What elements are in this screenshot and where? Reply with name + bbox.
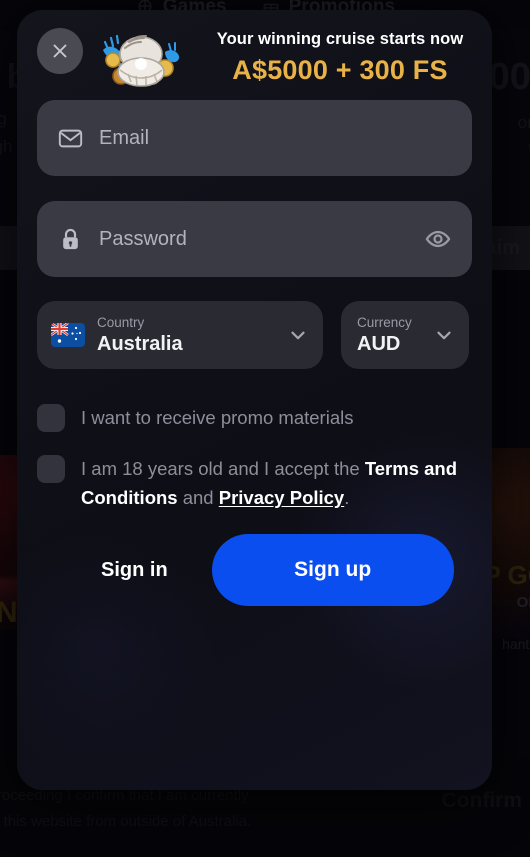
signup-modal: Your winning cruise starts now A$5000 + …	[17, 10, 492, 790]
modal-bonus-amount: A$5000 + 300 FS	[232, 55, 448, 85]
promo-consent-label: I want to receive promo materials	[81, 407, 354, 428]
modal-headline: Your winning cruise starts now	[216, 30, 464, 48]
eye-icon[interactable]	[422, 223, 454, 255]
terms-checkbox[interactable]	[37, 455, 65, 483]
modal-actions: Sign in Sign up	[37, 534, 472, 606]
terms-prefix: I am 18 years old and I accept the	[81, 458, 365, 479]
password-field[interactable]	[37, 201, 472, 277]
password-input[interactable]	[99, 227, 422, 251]
chevron-down-icon	[433, 324, 455, 346]
promo-checkbox[interactable]	[37, 404, 65, 432]
locale-selectors: Country Australia Currency AUD	[37, 301, 472, 369]
currency-selector[interactable]: Currency AUD	[341, 301, 469, 369]
consent-group: I want to receive promo materials I am 1…	[37, 403, 472, 512]
signup-form: Country Australia Currency AUD	[37, 100, 472, 606]
close-button[interactable]	[37, 28, 83, 74]
country-selector[interactable]: Country Australia	[37, 301, 323, 369]
email-field[interactable]	[37, 100, 472, 176]
country-texts: Country Australia	[97, 315, 287, 356]
country-value: Australia	[97, 332, 183, 355]
country-label: Country	[97, 314, 145, 330]
sign-in-button[interactable]: Sign in	[101, 547, 168, 594]
privacy-policy-link[interactable]: Privacy Policy	[219, 487, 344, 508]
currency-value: AUD	[357, 332, 401, 355]
australia-flag-icon	[51, 323, 85, 347]
screen: Games Promotions t b big ugh 000 ome A W…	[0, 0, 530, 857]
close-icon	[49, 40, 71, 62]
terms-conjunction: and	[177, 487, 219, 508]
chevron-down-icon	[287, 324, 309, 346]
sign-up-button[interactable]: Sign up	[211, 534, 454, 606]
terms-consent-label: I am 18 years old and I accept the Terms…	[81, 454, 472, 512]
lock-icon	[55, 224, 85, 254]
cruise-coins-icon	[95, 24, 183, 96]
envelope-icon	[55, 123, 85, 153]
terms-consent-row[interactable]: I am 18 years old and I accept the Terms…	[37, 454, 472, 512]
modal-header: Your winning cruise starts now A$5000 + …	[195, 30, 485, 86]
currency-texts: Currency AUD	[357, 315, 427, 356]
terms-suffix: .	[344, 487, 350, 508]
email-input[interactable]	[99, 126, 454, 150]
currency-label: Currency	[357, 314, 412, 330]
promo-consent-row[interactable]: I want to receive promo materials	[37, 403, 472, 432]
